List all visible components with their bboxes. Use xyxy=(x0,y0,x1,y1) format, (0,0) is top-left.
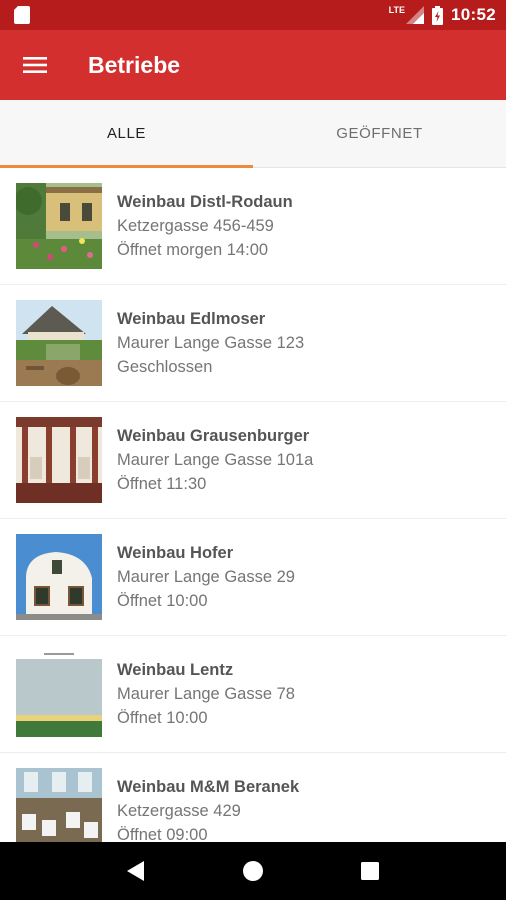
home-icon xyxy=(242,861,263,881)
system-nav-bar xyxy=(0,842,506,900)
business-thumbnail xyxy=(16,768,102,842)
business-thumbnail xyxy=(16,300,102,386)
list-item[interactable]: Weinbau Distl-Rodaun Ketzergasse 456-459… xyxy=(0,168,506,285)
business-thumbnail xyxy=(16,183,102,269)
business-status: Öffnet morgen 14:00 xyxy=(117,241,269,259)
business-info: Weinbau Lentz Maurer Lange Gasse 78 Öffn… xyxy=(117,658,295,730)
business-name: Weinbau Hofer xyxy=(117,544,234,562)
list-item[interactable]: Weinbau Edlmoser Maurer Lange Gasse 123 … xyxy=(0,285,506,402)
status-left xyxy=(14,6,30,24)
list-item[interactable]: Weinbau Lentz Maurer Lange Gasse 78 Öffn… xyxy=(0,636,506,753)
business-info: Weinbau M&M Beranek Ketzergasse 429 Öffn… xyxy=(117,775,299,842)
tab-geoeffnet[interactable]: GEÖFFNET xyxy=(253,100,506,167)
business-status: Öffnet 10:00 xyxy=(117,709,208,727)
list-item[interactable]: Weinbau M&M Beranek Ketzergasse 429 Öffn… xyxy=(0,753,506,842)
business-status: Öffnet 10:00 xyxy=(117,592,208,610)
business-list[interactable]: Weinbau Distl-Rodaun Ketzergasse 456-459… xyxy=(0,168,506,842)
app-bar: Betriebe xyxy=(0,30,506,100)
business-thumbnail xyxy=(16,417,102,503)
tab-alle[interactable]: ALLE xyxy=(0,100,253,168)
business-thumbnail xyxy=(16,651,102,737)
business-status: Öffnet 09:00 xyxy=(117,826,208,842)
business-info: Weinbau Grausenburger Maurer Lange Gasse… xyxy=(117,424,313,496)
business-name: Weinbau Distl-Rodaun xyxy=(117,193,293,211)
business-address: Maurer Lange Gasse 78 xyxy=(117,685,295,703)
menu-button[interactable] xyxy=(0,30,70,100)
business-status: Öffnet 11:30 xyxy=(117,475,207,493)
business-address: Ketzergasse 456-459 xyxy=(117,217,274,235)
sd-card-icon xyxy=(14,6,30,24)
recents-button[interactable] xyxy=(350,851,390,891)
signal-icon xyxy=(406,6,425,24)
page-title: Betriebe xyxy=(88,51,181,78)
business-address: Maurer Lange Gasse 29 xyxy=(117,568,295,586)
business-name: Weinbau Grausenburger xyxy=(117,427,310,445)
business-name: Weinbau M&M Beranek xyxy=(117,778,300,796)
clock: 10:52 xyxy=(451,5,496,24)
business-status: Geschlossen xyxy=(117,358,213,376)
network-type: LTE xyxy=(388,5,406,15)
back-button[interactable] xyxy=(116,851,156,891)
back-icon xyxy=(127,861,145,881)
business-address: Maurer Lange Gasse 123 xyxy=(117,334,305,352)
status-bar: LTE 10:52 xyxy=(0,0,506,30)
list-item[interactable]: Weinbau Hofer Maurer Lange Gasse 29 Öffn… xyxy=(0,519,506,636)
tab-bar: ALLE GEÖFFNET xyxy=(0,100,506,168)
business-thumbnail xyxy=(16,534,102,620)
business-address: Ketzergasse 429 xyxy=(117,802,241,820)
business-name: Weinbau Lentz xyxy=(117,661,234,679)
status-right: LTE 10:52 xyxy=(389,5,496,25)
business-name: Weinbau Edlmoser xyxy=(117,310,266,328)
business-info: Weinbau Distl-Rodaun Ketzergasse 456-459… xyxy=(117,190,293,262)
network-indicator: LTE xyxy=(388,5,425,24)
business-info: Weinbau Edlmoser Maurer Lange Gasse 123 … xyxy=(117,307,304,379)
list-item[interactable]: Weinbau Grausenburger Maurer Lange Gasse… xyxy=(0,402,506,519)
hamburger-menu-icon xyxy=(23,57,47,73)
battery-charging-icon xyxy=(432,5,444,25)
recents-icon xyxy=(360,862,379,880)
home-button[interactable] xyxy=(233,851,273,891)
business-info: Weinbau Hofer Maurer Lange Gasse 29 Öffn… xyxy=(117,541,295,613)
business-address: Maurer Lange Gasse 101a xyxy=(117,451,314,469)
